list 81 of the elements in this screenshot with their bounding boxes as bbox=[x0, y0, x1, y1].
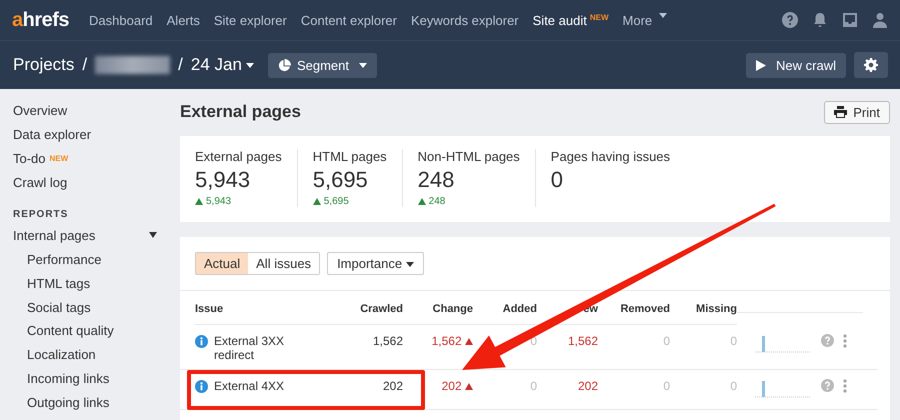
table-cell: 0 bbox=[663, 379, 670, 393]
table-cell: 202 bbox=[382, 379, 403, 393]
issue-name[interactable]: External 4XX bbox=[214, 379, 284, 393]
sidebar-subitem[interactable]: Localization bbox=[27, 347, 96, 364]
table-cell: 1,562 bbox=[372, 334, 403, 348]
table-cell: 202 bbox=[578, 379, 598, 393]
nav-link[interactable]: Content explorer bbox=[300, 12, 397, 28]
stat-label: External pages bbox=[195, 149, 282, 164]
up-triangle-icon bbox=[465, 338, 473, 345]
sidebar-subitem[interactable]: Outgoing links bbox=[27, 394, 110, 411]
breadcrumb-separator: / bbox=[82, 55, 88, 75]
stat-delta: 5,943 bbox=[206, 196, 232, 207]
stat-value: 0 bbox=[550, 167, 564, 193]
sidebar-item[interactable]: Data explorer bbox=[13, 127, 92, 143]
new-label: NEW bbox=[50, 153, 68, 165]
stat-label: Non-HTML pages bbox=[418, 149, 520, 164]
logo[interactable]: ahrefs bbox=[12, 8, 70, 32]
up-triangle-icon bbox=[465, 383, 473, 390]
pie-chart-icon bbox=[278, 58, 291, 72]
page-title: External pages bbox=[180, 102, 301, 122]
column-header: Added bbox=[502, 303, 537, 315]
inbox-icon[interactable] bbox=[842, 12, 858, 28]
table-cell: 0 bbox=[530, 379, 537, 393]
more-options-icon[interactable] bbox=[843, 334, 847, 348]
sidebar-subitem[interactable]: Incoming links bbox=[27, 370, 110, 387]
nav-link[interactable]: Site audit NEW bbox=[532, 12, 609, 28]
settings-icon bbox=[864, 58, 878, 72]
up-triangle-icon bbox=[195, 198, 203, 205]
table-cell: 0 bbox=[730, 379, 737, 393]
date-dropdown[interactable]: 24 Jan bbox=[190, 55, 254, 75]
column-header: Change bbox=[432, 303, 473, 315]
stat-delta: 248 bbox=[428, 196, 446, 207]
settings-button[interactable] bbox=[854, 52, 888, 78]
breadcrumb-separator: / bbox=[178, 55, 183, 75]
stat-value: 5,695 bbox=[312, 167, 369, 193]
play-icon bbox=[756, 60, 766, 70]
nav-link[interactable]: Site explorer bbox=[214, 12, 287, 28]
help-icon[interactable] bbox=[782, 12, 798, 28]
new-crawl-button[interactable]: New crawl bbox=[746, 52, 846, 78]
expand-caret-icon[interactable] bbox=[149, 232, 157, 238]
issue-name[interactable]: External 3XX redirect bbox=[214, 334, 314, 362]
table-cell: 0 bbox=[663, 334, 670, 348]
column-header: Crawled bbox=[360, 303, 403, 315]
user-icon[interactable] bbox=[872, 12, 888, 28]
section-heading: REPORTS bbox=[13, 209, 70, 220]
stat-value: 5,943 bbox=[195, 167, 252, 193]
stat-delta: 5,695 bbox=[324, 196, 349, 207]
print-button[interactable]: Print bbox=[824, 100, 890, 124]
table-cell: 202 bbox=[442, 379, 462, 393]
stat-label: HTML pages bbox=[312, 149, 387, 164]
nav-link[interactable]: Keywords explorer bbox=[410, 12, 519, 28]
projects-link[interactable]: Projects bbox=[13, 55, 74, 75]
nav-link[interactable]: Dashboard bbox=[89, 12, 153, 28]
importance-dropdown[interactable]: Importance bbox=[327, 252, 424, 275]
sidebar-subitem[interactable]: Social tags bbox=[27, 300, 91, 316]
filter-toggle[interactable]: Actual bbox=[196, 253, 248, 274]
printer-icon bbox=[834, 106, 848, 118]
info-icon[interactable] bbox=[195, 335, 208, 348]
bell-icon[interactable] bbox=[812, 12, 828, 28]
stat-label: Pages having issues bbox=[550, 149, 670, 164]
table-cell: 0 bbox=[730, 334, 737, 348]
column-header: Removed bbox=[620, 303, 670, 315]
nav-link[interactable]: Alerts bbox=[166, 12, 200, 28]
more-menu[interactable]: More bbox=[622, 12, 668, 28]
column-header: Issue bbox=[195, 303, 224, 315]
sidebar-item[interactable]: Crawl log bbox=[13, 175, 68, 191]
segment-button[interactable]: Segment bbox=[268, 52, 377, 78]
sidebar-item[interactable]: Overview bbox=[13, 103, 68, 119]
sidebar-item[interactable]: Internal pages bbox=[13, 228, 96, 243]
more-options-icon[interactable] bbox=[843, 379, 847, 393]
sidebar-subitem[interactable]: Content quality bbox=[27, 323, 114, 340]
sidebar-item[interactable]: To-do bbox=[13, 151, 46, 167]
stat-value: 248 bbox=[418, 167, 456, 193]
column-header: Missing bbox=[696, 303, 737, 315]
info-icon[interactable] bbox=[195, 380, 208, 393]
table-cell: 1,562 bbox=[432, 334, 462, 348]
table-cell: 1,562 bbox=[568, 334, 598, 348]
up-triangle-icon bbox=[312, 198, 321, 205]
up-triangle-icon bbox=[418, 198, 426, 205]
sidebar-subitem[interactable]: Performance bbox=[27, 252, 102, 268]
sidebar-subitem[interactable]: HTML tags bbox=[27, 276, 90, 292]
